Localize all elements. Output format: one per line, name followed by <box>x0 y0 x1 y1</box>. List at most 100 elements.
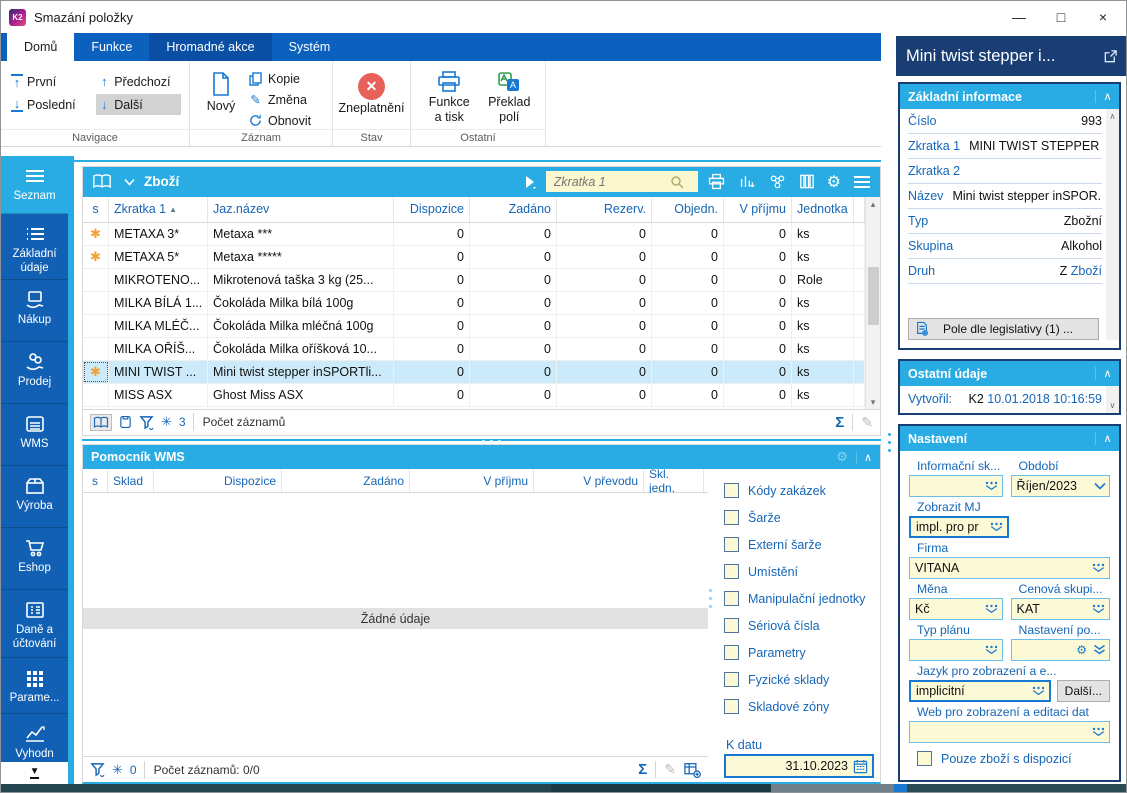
add-record-icon[interactable] <box>684 762 701 778</box>
wms-vertical-splitter[interactable] <box>708 469 714 782</box>
column-header-dispozice[interactable]: Dispozice <box>394 197 470 222</box>
jazyk-combo[interactable]: implicitní <box>909 680 1051 702</box>
web-combo[interactable] <box>909 721 1110 743</box>
previous-button[interactable]: ↑ Předchozí <box>96 71 181 92</box>
minimize-button[interactable]: — <box>998 2 1040 32</box>
tab-domu[interactable]: Domů <box>7 33 74 61</box>
wms-gear-icon[interactable]: ⚙ <box>836 449 848 465</box>
k-datu-field[interactable]: 31.10.2023 <box>724 754 874 778</box>
table-row-selected[interactable]: ✱ MINI TWIST ... Mini twist stepper inSP… <box>83 361 865 384</box>
collapse-icon[interactable]: ∧ <box>1095 90 1119 103</box>
checkbox[interactable] <box>724 483 739 498</box>
tab-system[interactable]: Systém <box>272 33 348 61</box>
section-header[interactable]: Základní informace ∧ <box>900 84 1119 109</box>
firma-combo[interactable]: VITANA <box>909 557 1110 579</box>
wms-column-zadano[interactable]: Zadáno <box>282 469 410 492</box>
gear-icon[interactable]: ⚙ <box>1076 643 1087 657</box>
checkbox-fyzicke-sklady[interactable]: Fyzické sklady <box>724 666 874 693</box>
search-icon[interactable] <box>670 175 684 189</box>
sidebar-item-prodej[interactable]: Prodej <box>1 342 68 404</box>
table-row[interactable]: MILKA OŘÍŠ... Čokoláda Milka oříšková 10… <box>83 338 865 361</box>
section-header[interactable]: Ostatní údaje ∧ <box>900 361 1119 386</box>
table-row[interactable]: MILKA BÍLÁ 1... Čokoláda Milka bílá 100g… <box>83 292 865 315</box>
wms-column-s[interactable]: s <box>83 469 108 492</box>
scrollbar-thumb[interactable] <box>868 267 879 325</box>
search-input[interactable] <box>552 174 670 190</box>
sidebar-item-vyroba[interactable]: Výroba <box>1 466 68 528</box>
last-button[interactable]: ↓ Poslední <box>9 94 86 115</box>
wms-column-skljedn[interactable]: Skl. jedn. <box>644 469 704 492</box>
scroll-up-icon[interactable]: ▴ <box>871 197 876 211</box>
next-button[interactable]: ↓ Další <box>96 94 181 115</box>
column-header-s[interactable]: s <box>83 197 109 222</box>
columns-icon[interactable] <box>796 173 818 190</box>
wms-column-vprevodu[interactable]: V převodu <box>534 469 644 492</box>
sidebar-item-dane-a-uctovani[interactable]: Daně a účtování <box>1 590 68 658</box>
checkbox[interactable] <box>724 564 739 579</box>
tab-hromadne-akce[interactable]: Hromadné akce <box>149 33 271 61</box>
collapse-icon[interactable]: ∧ <box>1095 432 1119 445</box>
checkbox-externi-sarze[interactable]: Externí šarže <box>724 531 874 558</box>
gear-icon[interactable]: ⚙ <box>824 172 844 192</box>
table-row[interactable]: MIKROTENO... Mikrotenová taška 3 kg (25.… <box>83 269 865 292</box>
first-button[interactable]: ↑ První <box>9 71 86 92</box>
checkbox[interactable] <box>724 537 739 552</box>
nastaveni-po-combo[interactable]: ⚙ <box>1011 639 1110 661</box>
change-button[interactable]: ✎ Změna <box>248 90 311 109</box>
hamburger-menu-icon[interactable] <box>850 175 874 189</box>
chart-icon[interactable] <box>735 173 759 190</box>
wms-collapse-icon[interactable]: ∧ <box>856 451 872 464</box>
scroll-down-icon[interactable]: ▾ <box>871 395 876 409</box>
wms-snowflake-icon[interactable]: ✳ <box>112 762 123 778</box>
sidebar-item-nakup[interactable]: Nákup <box>1 280 68 342</box>
checkbox-sarze[interactable]: Šarže <box>724 504 874 531</box>
sidebar-expand-button[interactable]: ▼ <box>1 762 68 784</box>
sidebar-item-wms[interactable]: WMS <box>1 404 68 466</box>
sidebar-item-vyhodnoceni[interactable]: Vyhodn <box>1 714 68 762</box>
sidebar-item-eshop[interactable]: Eshop <box>1 528 68 590</box>
section-header[interactable]: Nastavení ∧ <box>900 426 1119 451</box>
tab-funkce[interactable]: Funkce <box>74 33 149 61</box>
checkbox[interactable] <box>724 699 739 714</box>
vertical-scrollbar[interactable]: ▴ ▾ <box>865 197 880 409</box>
calendar-icon[interactable] <box>853 759 868 774</box>
open-external-icon[interactable] <box>1103 49 1118 64</box>
print-icon[interactable] <box>704 173 729 190</box>
zobrazit-mj-combo[interactable]: impl. pro pr <box>909 516 1009 538</box>
checkbox-manipulacni-jednotky[interactable]: Manipulační jednotky <box>724 585 874 612</box>
copy-button[interactable]: Kopie <box>248 69 311 88</box>
wms-filter-icon[interactable] <box>90 762 105 777</box>
checkbox-kody-zakazek[interactable]: Kódy zakázek <box>724 477 874 504</box>
refresh-button[interactable]: Obnovit <box>248 111 311 130</box>
checkbox[interactable] <box>724 672 739 687</box>
checkbox[interactable] <box>724 591 739 606</box>
checkbox-parametry[interactable]: Parametry <box>724 639 874 666</box>
translate-fields-button[interactable]: A Překlad polí <box>482 67 537 128</box>
section-scrollbar[interactable]: ∧ <box>1106 109 1119 340</box>
sidebar-item-seznam[interactable]: Seznam <box>1 156 68 214</box>
invalidate-button[interactable]: ✕ Zneplatnění <box>341 67 402 117</box>
play-icon[interactable] <box>522 175 540 189</box>
checkbox[interactable] <box>724 645 739 660</box>
maximize-button[interactable]: □ <box>1040 2 1082 32</box>
wms-column-sklad[interactable]: Sklad <box>108 469 154 492</box>
checkbox-seriova-cisla[interactable]: Sériová čísla <box>724 612 874 639</box>
sum-icon[interactable]: Σ <box>835 414 853 431</box>
column-header-jaznazev[interactable]: Jaz.název <box>208 197 394 222</box>
checkbox-skladove-zony[interactable]: Skladové zóny <box>724 693 874 720</box>
new-button[interactable]: Nový <box>198 67 244 130</box>
relations-icon[interactable] <box>765 173 790 190</box>
sidebar-item-parametry[interactable]: Parame... <box>1 658 68 714</box>
pouze-zbozi-checkbox[interactable]: Pouze zboží s dispozicí <box>917 751 1110 766</box>
dalsi-button[interactable]: Další... <box>1057 680 1110 702</box>
horizontal-splitter[interactable] <box>82 439 881 441</box>
checkbox-umisteni[interactable]: Umístění <box>724 558 874 585</box>
informacni-combo[interactable] <box>909 475 1003 497</box>
legislativa-button[interactable]: Pole dle legislativy (1) ... <box>908 318 1099 340</box>
checkbox[interactable] <box>917 751 932 766</box>
table-row[interactable]: ✱ METAXA 5* Metaxa ***** 0 0 0 0 0 ks <box>83 246 865 269</box>
column-header-objedn[interactable]: Objedn. <box>652 197 724 222</box>
close-button[interactable]: × <box>1082 2 1124 32</box>
obdobi-select[interactable]: Říjen/2023 <box>1011 475 1110 497</box>
column-header-zkratka1[interactable]: Zkratka 1 ▲ <box>109 197 208 222</box>
